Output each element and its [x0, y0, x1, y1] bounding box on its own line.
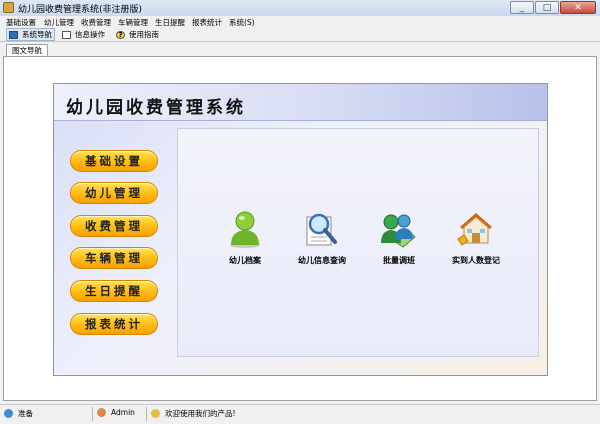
menu-vehicle-management[interactable]: 车辆管理 — [118, 17, 148, 28]
status-separator — [146, 407, 147, 421]
toolbar-help-button[interactable]: ? 使用指南 — [116, 29, 159, 40]
menu-birthday-reminder[interactable]: 生日提醒 — [155, 17, 185, 28]
status-separator — [92, 407, 93, 421]
nav-child-management-button[interactable]: 幼儿管理 — [70, 182, 158, 204]
menu-child-management[interactable]: 幼儿管理 — [44, 17, 74, 28]
nav-vehicle-management-button[interactable]: 车辆管理 — [70, 247, 158, 269]
menu-bar: 基础设置 幼儿管理 收费管理 车辆管理 生日提醒 报表统计 系统(S) — [0, 16, 600, 28]
download-icon — [4, 409, 13, 418]
group-icon — [381, 214, 416, 248]
title-bar: 幼儿园收费管理系统(非注册版) _ □ ✕ — [0, 0, 600, 17]
user-icon — [97, 408, 106, 417]
magnifier-icon — [306, 213, 337, 246]
status-ready-text: 准备 — [18, 409, 33, 418]
status-welcome-text: 欢迎使用我们的产品! — [165, 409, 236, 418]
help-icon: ? — [116, 30, 125, 39]
menu-reports[interactable]: 报表统计 — [192, 17, 222, 28]
toolbar: 系统导航 信息操作 ? 使用指南 — [0, 28, 600, 42]
maximize-button[interactable]: □ — [535, 1, 559, 14]
panel-title: 幼儿园收费管理系统 — [66, 98, 246, 118]
people-icon — [151, 409, 160, 418]
person-icon — [230, 211, 260, 248]
feature-child-info-query-label: 幼儿信息查询 — [298, 256, 346, 265]
panel-header: 幼儿园收费管理系统 — [54, 84, 547, 121]
menu-system[interactable]: 系统(S) — [229, 17, 255, 28]
window-title: 幼儿园收费管理系统(非注册版) — [18, 5, 143, 15]
toolbar-info-label: 信息操作 — [75, 30, 105, 39]
nav-fee-management-button[interactable]: 收费管理 — [70, 215, 158, 237]
document-icon — [62, 30, 71, 39]
tab-strip: 图文导航 — [0, 42, 600, 57]
menu-basic-settings[interactable]: 基础设置 — [6, 17, 36, 28]
toolbar-nav-label: 系统导航 — [22, 30, 52, 39]
navigation-panel: 幼儿园收费管理系统 基础设置 幼儿管理 收费管理 车辆管理 生日提醒 报表统计 … — [53, 83, 548, 376]
status-user: Admin — [97, 408, 135, 417]
feature-child-info-query[interactable]: 幼儿信息查询 — [282, 209, 362, 269]
feature-child-archive-label: 幼儿档案 — [229, 256, 261, 265]
toolbar-info-button[interactable]: 信息操作 — [62, 29, 105, 40]
window-controls: _ □ ✕ — [510, 1, 596, 14]
nav-reports-button[interactable]: 报表统计 — [70, 313, 158, 335]
monitor-icon — [9, 30, 18, 39]
nav-birthday-reminder-button[interactable]: 生日提醒 — [70, 280, 158, 302]
status-ready: 准备 — [4, 408, 33, 419]
minimize-button[interactable]: _ — [510, 1, 534, 14]
feature-child-archive[interactable]: 幼儿档案 — [205, 209, 285, 269]
nav-basic-settings-button[interactable]: 基础设置 — [70, 150, 158, 172]
status-user-text: Admin — [111, 408, 135, 417]
feature-batch-class-transfer-label: 批量调班 — [383, 256, 415, 265]
house-icon — [457, 213, 492, 246]
menu-fee-management[interactable]: 收费管理 — [81, 17, 111, 28]
close-button[interactable]: ✕ — [560, 1, 596, 14]
feature-attendance-register[interactable]: 实到人数登记 — [436, 209, 516, 269]
toolbar-nav-button[interactable]: 系统导航 — [6, 28, 55, 41]
status-welcome: 欢迎使用我们的产品! — [151, 408, 236, 419]
app-icon — [3, 2, 14, 13]
toolbar-help-label: 使用指南 — [129, 30, 159, 39]
feature-batch-class-transfer[interactable]: 批量调班 — [359, 209, 439, 269]
status-bar: 准备 Admin 欢迎使用我们的产品! — [0, 404, 600, 424]
feature-attendance-register-label: 实到人数登记 — [452, 256, 500, 265]
